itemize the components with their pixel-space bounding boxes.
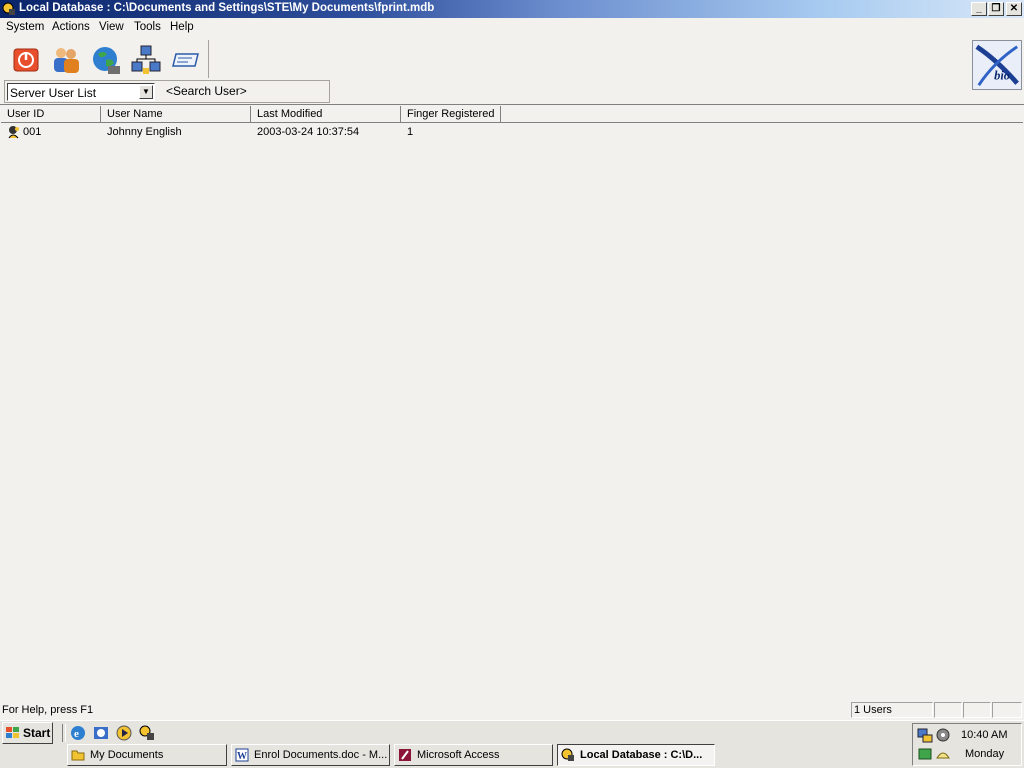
- svg-text:W: W: [237, 751, 247, 762]
- outlook-icon[interactable]: [92, 724, 110, 742]
- column-filler: [501, 106, 1023, 123]
- task-label: Enrol Documents.doc - M...: [254, 749, 388, 761]
- fingerprint-app-icon: [561, 748, 574, 761]
- bio-logo: bio: [972, 40, 1022, 90]
- menu-system[interactable]: System: [6, 21, 44, 33]
- volume-icon[interactable]: [935, 727, 951, 743]
- clock[interactable]: 10:40 AM: [961, 729, 1007, 741]
- start-button[interactable]: Start: [2, 722, 53, 744]
- windows-flag-icon: [6, 727, 19, 738]
- task-label: Local Database : C:\D...: [580, 749, 703, 761]
- task-enrol-documents[interactable]: W Enrol Documents.doc - M...: [231, 744, 390, 766]
- minimize-button[interactable]: _: [971, 2, 987, 16]
- column-finger-registered[interactable]: Finger Registered: [401, 106, 501, 123]
- start-label: Start: [23, 726, 51, 740]
- clock-day: Monday: [965, 748, 1005, 760]
- user-list-select-value: Server User List: [10, 86, 97, 100]
- media-player-icon[interactable]: [115, 724, 133, 742]
- app-icon[interactable]: [138, 724, 156, 742]
- task-my-documents[interactable]: My Documents: [67, 744, 227, 766]
- user-list-select[interactable]: Server User List ▼: [7, 83, 155, 101]
- user-list: User ID User Name Last Modified Finger R…: [0, 104, 1024, 700]
- task-label: My Documents: [90, 749, 164, 761]
- svg-text:e: e: [74, 728, 79, 740]
- status-bar: For Help, press F1 1 Users: [0, 700, 1024, 720]
- list-header: User ID User Name Last Modified Finger R…: [1, 106, 1023, 123]
- task-microsoft-access[interactable]: Microsoft Access: [394, 744, 553, 766]
- status-help-text: For Help, press F1: [2, 704, 94, 716]
- column-user-name[interactable]: User Name: [101, 106, 251, 123]
- menu-view[interactable]: View: [99, 21, 124, 33]
- menu-tools[interactable]: Tools: [134, 21, 161, 33]
- close-button[interactable]: ✕: [1006, 2, 1022, 16]
- chevron-down-icon[interactable]: ▼: [139, 85, 153, 99]
- status-panel: [934, 702, 962, 718]
- cell-last-modified: 2003-03-24 10:37:54: [257, 126, 360, 138]
- security-tray-icon[interactable]: [917, 746, 933, 762]
- cell-user-id: 001: [23, 126, 42, 138]
- app-icon[interactable]: [2, 2, 16, 16]
- task-local-database[interactable]: Local Database : C:\D...: [557, 744, 715, 766]
- menu-bar: System Actions View Tools Help: [0, 18, 1024, 38]
- power-icon[interactable]: [10, 44, 42, 76]
- column-last-modified[interactable]: Last Modified: [251, 106, 401, 123]
- taskbar-separator: [62, 724, 66, 742]
- network-icon[interactable]: [130, 44, 162, 76]
- system-tray: 10:40 AM Monday: [912, 723, 1022, 766]
- word-icon: W: [235, 748, 249, 762]
- status-panel: [963, 702, 991, 718]
- status-users-panel: 1 Users: [851, 702, 933, 718]
- ie-icon[interactable]: e: [69, 724, 87, 742]
- svg-text:bio: bio: [994, 68, 1010, 82]
- status-users-count: 1 Users: [854, 704, 892, 716]
- user-fingerprint-icon: [8, 126, 19, 139]
- cell-finger-registered: 1: [407, 126, 414, 138]
- users-icon[interactable]: [50, 44, 82, 76]
- folder-icon: [71, 750, 85, 761]
- search-user-field[interactable]: <Search User>: [166, 84, 247, 98]
- menu-actions[interactable]: Actions: [52, 21, 90, 33]
- network-tray-icon[interactable]: [917, 727, 933, 743]
- menu-help[interactable]: Help: [170, 21, 194, 33]
- globe-icon[interactable]: [90, 44, 122, 76]
- access-icon: [399, 749, 411, 761]
- column-user-id[interactable]: User ID: [1, 106, 101, 123]
- card-reader-icon[interactable]: [170, 44, 202, 76]
- messenger-tray-icon[interactable]: [935, 746, 951, 762]
- cell-user-name: Johnny English: [107, 126, 182, 138]
- restore-button[interactable]: ❐: [988, 2, 1004, 16]
- task-label: Microsoft Access: [417, 749, 500, 761]
- status-panel: [992, 702, 1022, 718]
- table-row[interactable]: 001 Johnny English 2003-03-24 10:37:54 1: [1, 124, 1021, 140]
- toolbar: [4, 40, 209, 78]
- window-title: Local Database : C:\Documents and Settin…: [19, 2, 435, 14]
